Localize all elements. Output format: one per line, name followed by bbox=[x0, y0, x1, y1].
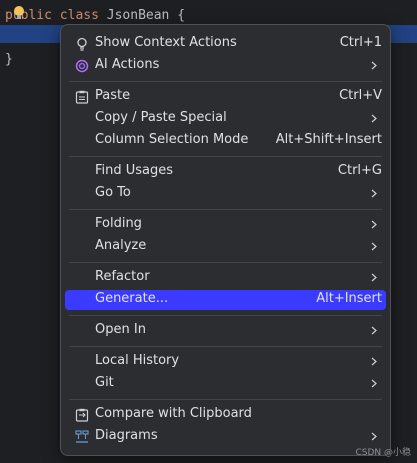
menu-item-column-selection-mode[interactable]: Column Selection Mode Alt+Shift+Insert bbox=[65, 131, 386, 151]
menu-item-ai-actions[interactable]: AI Actions bbox=[65, 56, 386, 76]
menu-separator bbox=[69, 399, 382, 400]
menu-separator bbox=[69, 262, 382, 263]
menu-item-folding[interactable]: Folding bbox=[65, 215, 386, 235]
menu-separator bbox=[69, 315, 382, 316]
menu-item-find-usages[interactable]: Find Usages Ctrl+G bbox=[65, 162, 386, 182]
chevron-right-icon bbox=[371, 357, 377, 366]
menu-item-open-in[interactable]: Open In bbox=[65, 321, 386, 341]
chevron-right-icon bbox=[371, 432, 377, 441]
menu-item-analyze[interactable]: Analyze bbox=[65, 237, 386, 257]
code-line-closing-brace: } bbox=[5, 52, 13, 67]
menu-separator bbox=[69, 346, 382, 347]
watermark: CSDN @小稳 bbox=[355, 448, 411, 458]
menu-item-diagrams[interactable]: Diagrams bbox=[65, 427, 386, 447]
menu-item-local-history[interactable]: Local History bbox=[65, 352, 386, 372]
chevron-right-icon bbox=[371, 326, 377, 335]
code-line-class-declaration: public class JsonBean { bbox=[5, 8, 186, 23]
menu-separator bbox=[69, 209, 382, 210]
menu-item-git[interactable]: Git bbox=[65, 374, 386, 394]
menu-item-paste[interactable]: Paste Ctrl+V bbox=[65, 87, 386, 107]
context-menu: Show Context Actions Ctrl+1 AI Actions P… bbox=[60, 24, 391, 456]
menu-separator bbox=[69, 156, 382, 157]
chevron-right-icon bbox=[371, 242, 377, 251]
lightbulb-icon[interactable] bbox=[13, 5, 25, 21]
menu-separator bbox=[69, 81, 382, 82]
menu-item-refactor[interactable]: Refactor bbox=[65, 268, 386, 288]
compare-icon bbox=[75, 408, 89, 422]
lightbulb-icon bbox=[77, 37, 87, 51]
menu-item-generate[interactable]: Generate... Alt+Insert bbox=[65, 290, 386, 310]
menu-item-copy-paste-special[interactable]: Copy / Paste Special bbox=[65, 109, 386, 129]
clipboard-icon bbox=[75, 90, 89, 104]
diagram-icon bbox=[75, 430, 89, 443]
menu-item-show-context-actions[interactable]: Show Context Actions Ctrl+1 bbox=[65, 34, 386, 54]
chevron-right-icon bbox=[371, 114, 377, 123]
ai-spiral-icon bbox=[75, 59, 89, 73]
chevron-right-icon bbox=[371, 189, 377, 198]
chevron-right-icon bbox=[371, 61, 377, 70]
menu-item-go-to[interactable]: Go To bbox=[65, 184, 386, 204]
chevron-right-icon bbox=[371, 273, 377, 282]
menu-item-compare-with-clipboard[interactable]: Compare with Clipboard bbox=[65, 405, 386, 425]
chevron-right-icon bbox=[371, 220, 377, 229]
chevron-right-icon bbox=[371, 379, 377, 388]
